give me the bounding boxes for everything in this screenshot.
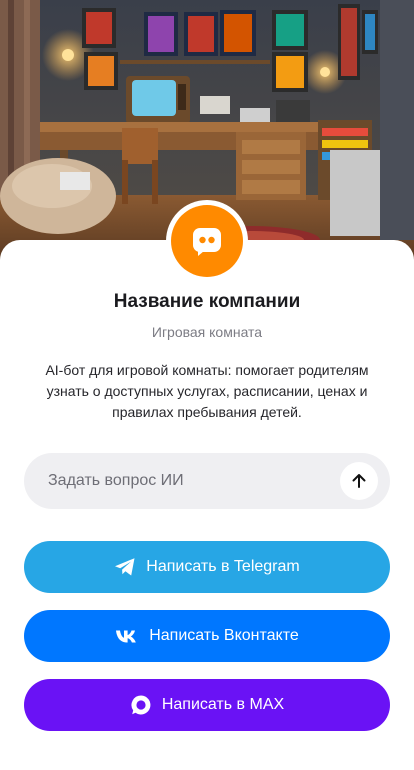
send-button[interactable]	[340, 462, 378, 500]
company-avatar	[166, 200, 248, 282]
ask-ai-input[interactable]	[48, 453, 348, 509]
max-button-label: Написать в MAX	[161, 696, 285, 713]
ask-ai-field	[24, 453, 390, 509]
arrow-up-icon	[352, 474, 366, 488]
write-vk-button[interactable]: Написать Вконтакте	[24, 610, 390, 662]
chat-bot-icon	[193, 228, 221, 256]
telegram-button-label: Написать в Telegram	[146, 558, 300, 575]
company-name: Название компании	[113, 291, 301, 312]
vk-button-label: Написать Вконтакте	[149, 627, 299, 644]
write-max-button[interactable]: Написать в MAX	[24, 679, 390, 731]
telegram-icon	[114, 557, 136, 577]
vk-icon	[115, 629, 139, 644]
company-category: Игровая комната	[151, 324, 263, 340]
max-icon	[130, 694, 152, 716]
company-description: AI-бот для игровой комнаты: помогает род…	[45, 362, 369, 420]
avatar-circle	[171, 205, 243, 277]
write-telegram-button[interactable]: Написать в Telegram	[24, 541, 390, 593]
